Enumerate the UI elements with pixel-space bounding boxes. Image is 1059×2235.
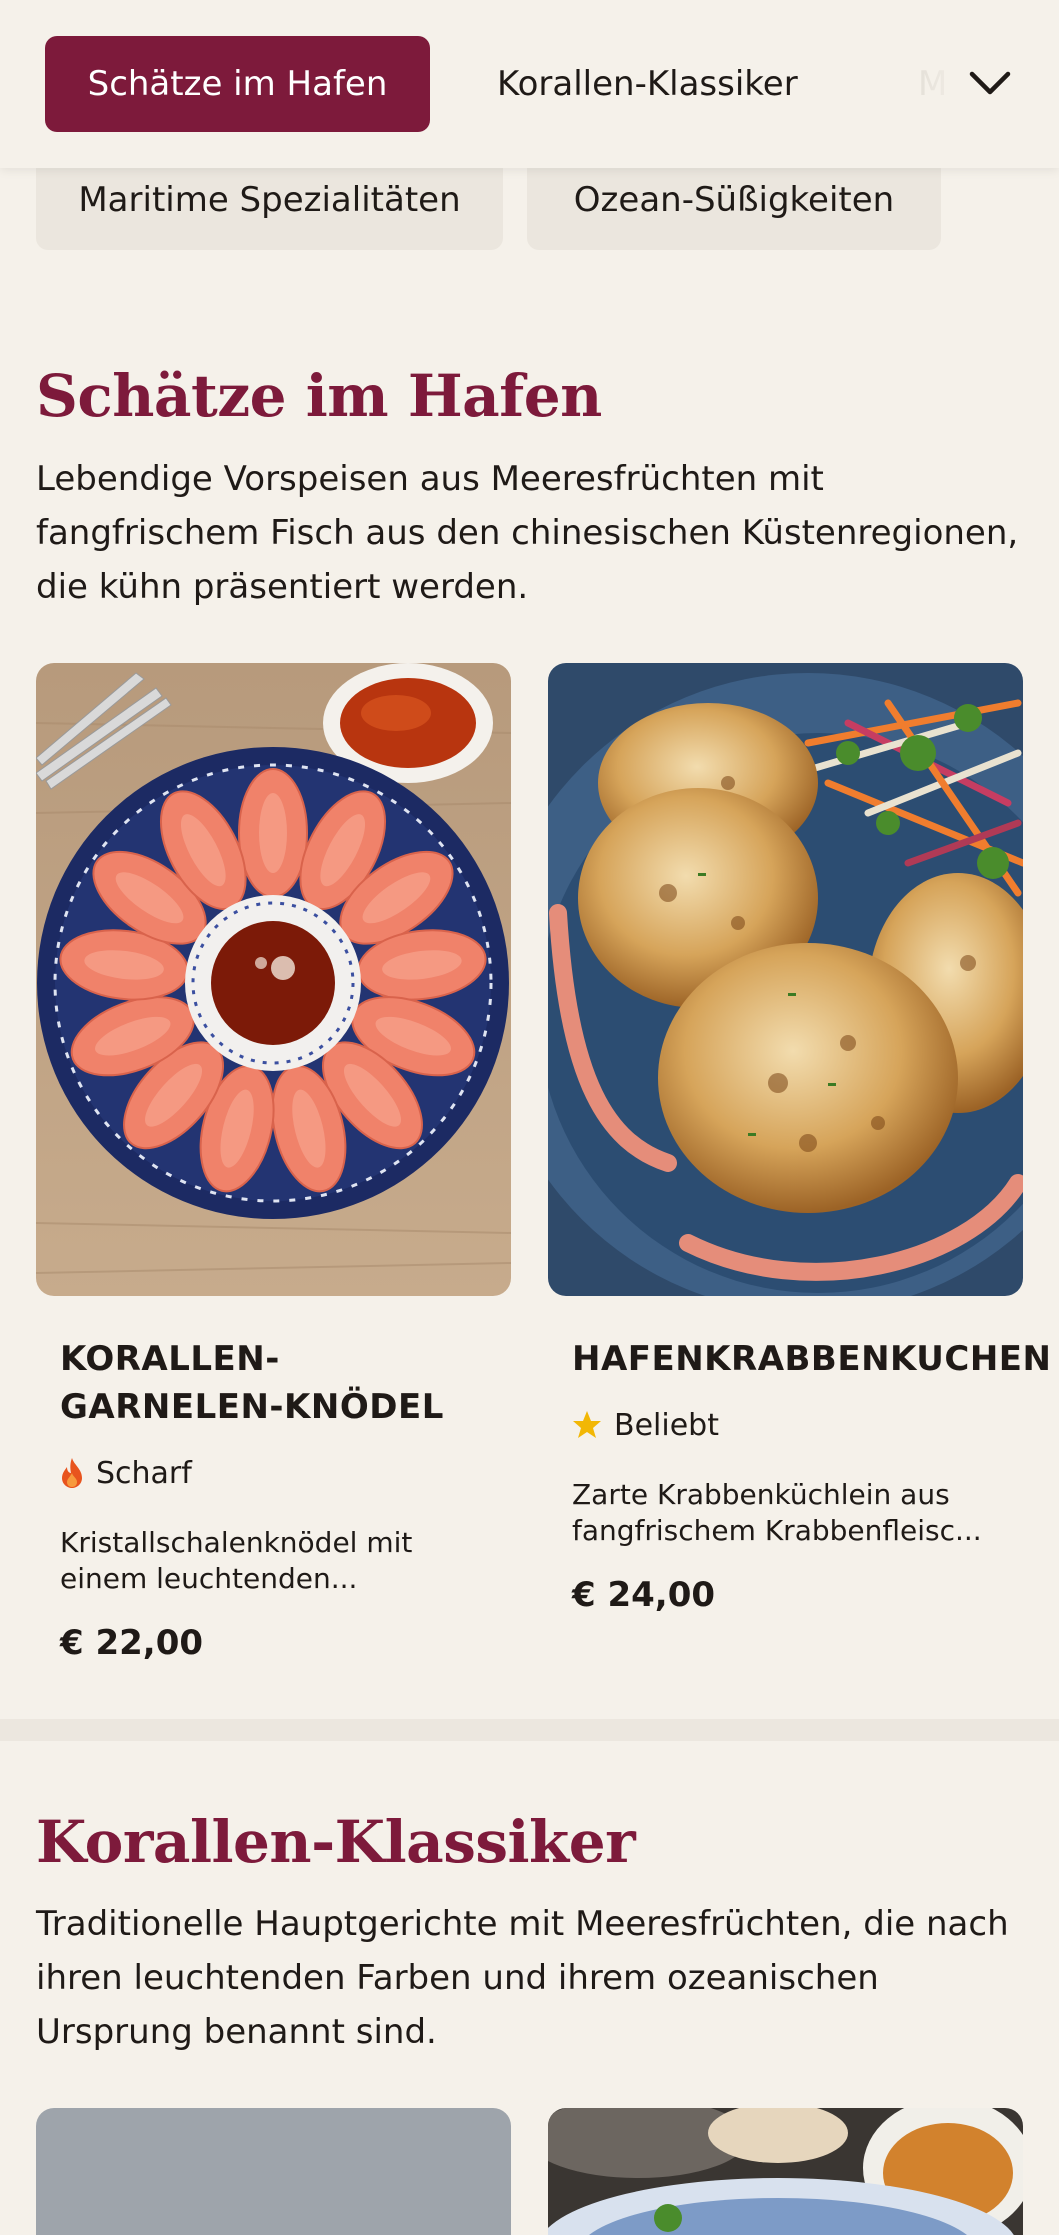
- dish-tag-label: Scharf: [96, 1455, 192, 1491]
- section-divider: [0, 1719, 1059, 1741]
- dish-card[interactable]: HAFENKRABBENKUCHEN Beliebt Zarte Krabben…: [548, 663, 1052, 1643]
- dish-price: € 22,00: [60, 1623, 204, 1663]
- expand-categories-button[interactable]: [950, 44, 1030, 124]
- section-title: Schätze im Hafen: [36, 362, 602, 430]
- tab-label: Korallen-Klassiker: [497, 64, 798, 104]
- dish-card[interactable]: KORALLEN-GARNELEN-KNÖDEL Scharf Kristall…: [36, 663, 511, 1683]
- category-nav: Schätze im Hafen Korallen-Klassiker M: [0, 0, 1059, 168]
- dish-tag-label: Beliebt: [614, 1407, 719, 1443]
- dish-tag: Beliebt: [572, 1405, 719, 1445]
- section-description: Traditionelle Hauptgerichte mit Meeresfr…: [36, 1904, 1009, 2052]
- section-title: Korallen-Klassiker: [36, 1808, 636, 1876]
- dish-tag: Scharf: [60, 1453, 192, 1493]
- chip-label: Ozean-Süßigkeiten: [573, 180, 895, 220]
- dish-price: € 24,00: [572, 1575, 716, 1615]
- menu-page: Maritime Spezialitäten Ozean-Süßigkeiten…: [0, 0, 1059, 2235]
- flame-icon: [62, 1458, 82, 1488]
- dish-name: HAFENKRABBENKUCHEN: [572, 1339, 1052, 1379]
- tab-korallen-klassiker[interactable]: Korallen-Klassiker: [497, 36, 798, 132]
- dish-image-placeholder[interactable]: [36, 2108, 511, 2235]
- dish-description: Zarte Krabbenküchlein aus fangfrischem K…: [572, 1478, 982, 1547]
- star-icon: [573, 1411, 601, 1438]
- dish-name: KORALLEN-GARNELEN-KNÖDEL: [60, 1339, 444, 1427]
- section-description: Lebendige Vorspeisen aus Meeresfrüchten …: [36, 459, 1019, 607]
- dish-image-preview[interactable]: [548, 2108, 1023, 2235]
- tab-schaetze-im-hafen[interactable]: Schätze im Hafen: [45, 36, 430, 132]
- tab-label: M: [918, 64, 948, 104]
- tab-label: Schätze im Hafen: [87, 64, 388, 104]
- dish-image-crab-cakes: [548, 663, 1023, 1296]
- chip-label: Maritime Spezialitäten: [78, 180, 461, 220]
- dish-image-dumplings: [36, 663, 511, 1296]
- chevron-down-icon: [969, 71, 1011, 95]
- dish-description: Kristallschalenknödel mit einem leuchten…: [60, 1526, 413, 1595]
